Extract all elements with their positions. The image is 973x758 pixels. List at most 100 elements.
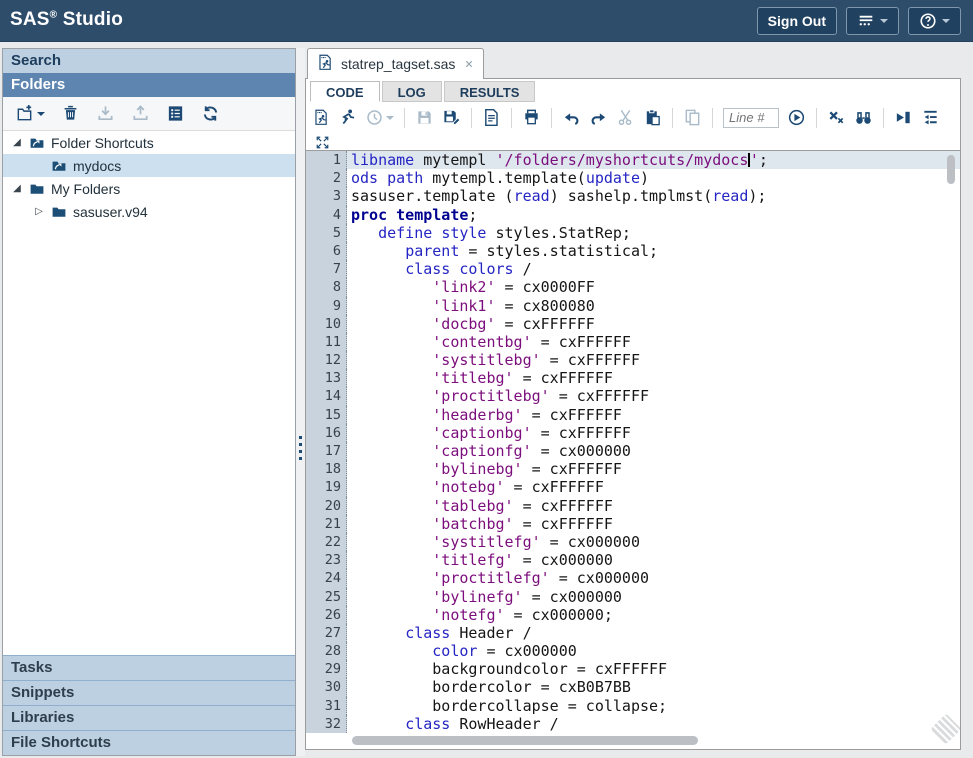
code-text[interactable]: 'titlefg' = cx000000: [347, 551, 960, 569]
vertical-scrollbar[interactable]: [947, 155, 955, 184]
code-text[interactable]: class RowHeader /: [347, 715, 960, 733]
line-number: 16: [306, 424, 347, 442]
code-line-25: 25 'bylinefg' = cx000000: [306, 588, 960, 606]
goto-line-icon[interactable]: [787, 108, 806, 127]
code-text[interactable]: backgroundcolor = cxFFFFFF: [347, 660, 960, 678]
tree-item-sasuser-v94[interactable]: ▷ sasuser.v94: [3, 200, 295, 223]
sign-out-button[interactable]: Sign Out: [757, 7, 837, 35]
tree-item-label: mydocs: [73, 158, 121, 174]
toolbar-separator: [551, 108, 552, 128]
code-line-30: 30 bordercolor = cxB0B7BB: [306, 678, 960, 696]
sas-program-icon: [317, 54, 334, 74]
find-icon[interactable]: [854, 108, 873, 127]
app-menu-button[interactable]: [846, 7, 899, 35]
tab-results[interactable]: RESULTS: [444, 81, 536, 102]
toolbar-separator: [712, 108, 713, 128]
code-text[interactable]: define style styles.StatRep;: [347, 224, 960, 242]
code-text[interactable]: 'headerbg' = cxFFFFFF: [347, 406, 960, 424]
tab-code[interactable]: CODE: [310, 81, 380, 102]
code-text[interactable]: class Header /: [347, 624, 960, 642]
code-text[interactable]: 'link1' = cx800080: [347, 297, 960, 315]
code-text[interactable]: 'tablebg' = cxFFFFFF: [347, 497, 960, 515]
code-text[interactable]: 'titlebg' = cxFFFFFF: [347, 369, 960, 387]
sas-program-icon[interactable]: [313, 109, 330, 126]
properties-icon[interactable]: [166, 104, 185, 123]
code-line-4: 4proc template;: [306, 206, 960, 224]
code-text[interactable]: 'captionfg' = cx000000: [347, 442, 960, 460]
section-snippets[interactable]: Snippets: [3, 680, 295, 705]
code-text[interactable]: color = cx000000: [347, 642, 960, 660]
help-button[interactable]: [908, 7, 961, 35]
code-line-7: 7 class colors /: [306, 260, 960, 278]
refresh-icon[interactable]: [201, 104, 220, 123]
code-text[interactable]: sasuser.template (read) sashelp.tmplmst(…: [347, 187, 960, 205]
code-text[interactable]: 'proctitlefg' = cx000000: [347, 569, 960, 587]
line-number-input[interactable]: [723, 108, 779, 128]
tree-closed-marker-icon[interactable]: ▷: [33, 206, 45, 217]
code-text[interactable]: proc template;: [347, 206, 960, 224]
code-text[interactable]: ods path mytempl.template(update): [347, 169, 960, 187]
line-number: 10: [306, 315, 347, 333]
tree-open-marker-icon[interactable]: ◢: [11, 183, 23, 194]
tab-log[interactable]: LOG: [382, 81, 442, 102]
paste-icon[interactable]: [643, 108, 662, 127]
line-number: 31: [306, 697, 347, 715]
code-text[interactable]: parent = styles.statistical;: [347, 242, 960, 260]
toolbar-separator: [883, 108, 884, 128]
close-icon[interactable]: [464, 59, 474, 69]
code-text[interactable]: 'notebg' = cxFFFFFF: [347, 478, 960, 496]
code-text[interactable]: 'systitlebg' = cxFFFFFF: [347, 351, 960, 369]
code-text[interactable]: 'docbg' = cxFFFFFF: [347, 315, 960, 333]
code-text[interactable]: bordercollapse = collapse;: [347, 697, 960, 715]
folders-toolbar: [3, 97, 295, 131]
code-text[interactable]: class colors /: [347, 260, 960, 278]
shortcut-folder-icon: [29, 135, 45, 151]
line-number: 7: [306, 260, 347, 278]
code-text[interactable]: 'proctitlebg' = cxFFFFFF: [347, 387, 960, 405]
tree-item-folder-shortcuts[interactable]: ◢Folder Shortcuts: [3, 131, 295, 154]
section-tasks[interactable]: Tasks: [3, 655, 295, 680]
copy-icon: [683, 108, 702, 127]
tree-open-marker-icon[interactable]: ◢: [11, 137, 23, 148]
tree-item-label: sasuser.v94: [73, 204, 148, 220]
save-as-icon[interactable]: [442, 108, 461, 127]
code-text[interactable]: 'bylinebg' = cxFFFFFF: [347, 460, 960, 478]
document-tabstrip: statrep_tagset.sas: [305, 48, 961, 78]
section-file-shortcuts[interactable]: File Shortcuts: [3, 730, 295, 755]
clear-code-icon[interactable]: [827, 108, 846, 127]
delete-icon[interactable]: [61, 104, 80, 123]
format-code-icon[interactable]: [921, 108, 940, 127]
redo-icon[interactable]: [589, 108, 608, 127]
tab-statrep-tagset[interactable]: statrep_tagset.sas: [307, 48, 484, 79]
tree-item-mydocs[interactable]: mydocs: [3, 154, 295, 177]
code-text[interactable]: 'captionbg' = cxFFFFFF: [347, 424, 960, 442]
undo-icon[interactable]: [562, 108, 581, 127]
code-line-5: 5 define style styles.StatRep;: [306, 224, 960, 242]
line-number: 18: [306, 460, 347, 478]
code-text[interactable]: libname mytempl '/folders/myshortcuts/my…: [347, 151, 960, 169]
code-text[interactable]: bordercolor = cxB0B7BB: [347, 678, 960, 696]
code-text[interactable]: 'link2' = cx0000FF: [347, 278, 960, 296]
submit-selection-icon[interactable]: [894, 108, 913, 127]
folder-tree: ◢Folder Shortcuts mydocs ◢My Folders ▷ sasus…: [3, 131, 295, 223]
run-icon[interactable]: [338, 108, 357, 127]
tree-item-my-folders[interactable]: ◢My Folders: [3, 177, 295, 200]
summary-icon[interactable]: [482, 108, 501, 127]
pane-splitter[interactable]: [296, 48, 305, 756]
code-text[interactable]: 'bylinefg' = cx000000: [347, 588, 960, 606]
cut-icon: [616, 108, 635, 127]
section-libraries[interactable]: Libraries: [3, 705, 295, 730]
section-folders[interactable]: Folders: [3, 73, 295, 97]
code-text[interactable]: 'contentbg' = cxFFFFFF: [347, 333, 960, 351]
code-text[interactable]: 'systitlefg' = cx000000: [347, 533, 960, 551]
horizontal-scrollbar[interactable]: [352, 736, 698, 745]
folder-icon: [51, 204, 67, 220]
line-number: 19: [306, 478, 347, 496]
print-icon[interactable]: [522, 108, 541, 127]
code-editor[interactable]: 1libname mytempl '/folders/myshortcuts/m…: [306, 150, 960, 749]
new-item-icon[interactable]: [15, 104, 45, 123]
section-search[interactable]: Search: [3, 49, 295, 73]
code-text[interactable]: 'batchbg' = cxFFFFFF: [347, 515, 960, 533]
code-text[interactable]: 'notefg' = cx000000;: [347, 606, 960, 624]
line-number: 13: [306, 369, 347, 387]
